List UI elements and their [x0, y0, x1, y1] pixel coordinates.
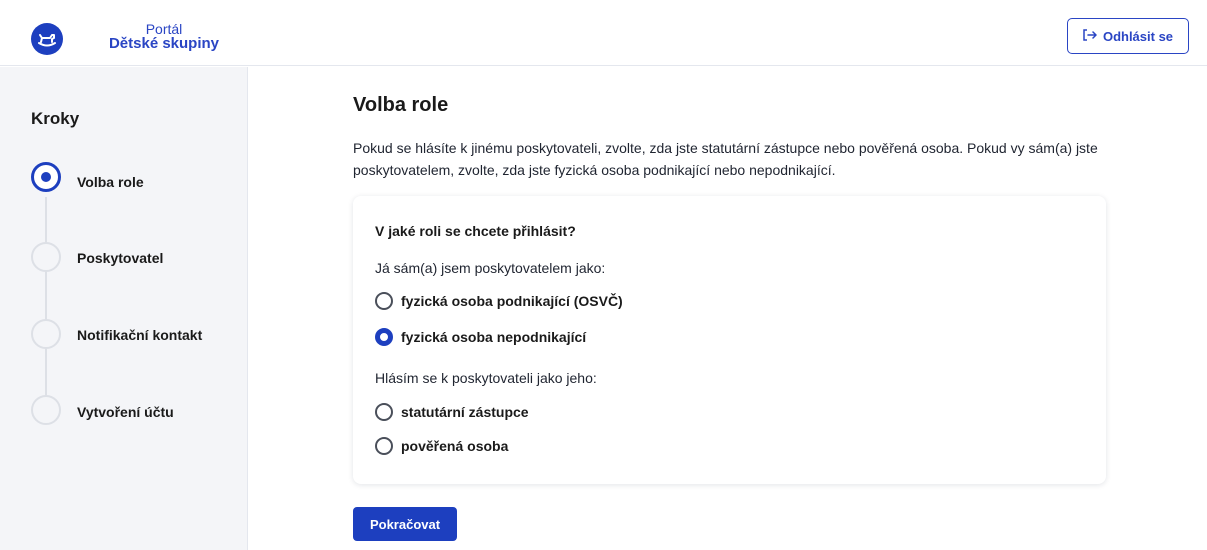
radio-checked-icon[interactable]: [375, 328, 393, 346]
header: Portál Dětské skupiny Odhlásit se: [0, 0, 1207, 66]
step-label-notifikacni-kontakt: Notifikační kontakt: [77, 327, 203, 343]
step-indicator-icon: [31, 319, 61, 349]
step-label-vytvoreni-uctu: Vytvoření účtu: [77, 404, 174, 420]
radio-option-osvc[interactable]: fyzická osoba podnikající (OSVČ): [375, 292, 623, 310]
continue-button[interactable]: Pokračovat: [353, 507, 457, 541]
radio-option-statutarni[interactable]: statutární zástupce: [375, 403, 529, 421]
steps-connector-line: [45, 197, 47, 417]
radio-label-nepodnikajici: fyzická osoba nepodnikající: [401, 329, 587, 345]
radio-option-nepodnikajici[interactable]: fyzická osoba nepodnikající: [375, 328, 586, 346]
radio-unchecked-icon[interactable]: [375, 292, 393, 310]
step-label-volba-role: Volba role: [77, 174, 144, 190]
radio-label-statutarni: statutární zástupce: [401, 404, 529, 420]
radio-label-poverena: pověřená osoba: [401, 438, 509, 454]
logout-label: Odhlásit se: [1102, 28, 1174, 44]
step-indicator-icon: [31, 242, 61, 272]
brand-title: Dětské skupiny: [108, 35, 220, 52]
radio-unchecked-icon[interactable]: [375, 437, 393, 455]
steps-sidebar: Kroky Volba role Poskytovatel Notifikačn…: [0, 67, 248, 550]
radio-label-osvc: fyzická osoba podnikající (OSVČ): [401, 293, 623, 309]
step-label-poskytovatel: Poskytovatel: [77, 250, 164, 266]
group-label-provider: Hlásím se k poskytovateli jako jeho:: [375, 370, 597, 386]
logout-arrow-icon: [1083, 28, 1097, 44]
intro-text: Pokud se hlásíte k jinému poskytovateli,…: [353, 140, 1098, 178]
page-title: Volba role: [353, 94, 449, 116]
logout-button[interactable]: Odhlásit se: [1067, 18, 1189, 54]
radio-option-poverena[interactable]: pověřená osoba: [375, 437, 508, 455]
step-indicator-icon: [31, 395, 61, 425]
rocking-horse-icon[interactable]: [31, 23, 63, 55]
radio-unchecked-icon[interactable]: [375, 403, 393, 421]
group-label-self: Já sám(a) jsem poskytovatelem jako:: [375, 260, 606, 276]
brand-subtitle: Portál: [145, 21, 183, 37]
role-question: V jaké roli se chcete přihlásit?: [375, 223, 576, 239]
step-active-indicator-icon: [31, 162, 61, 192]
steps-title: Kroky: [31, 109, 80, 128]
